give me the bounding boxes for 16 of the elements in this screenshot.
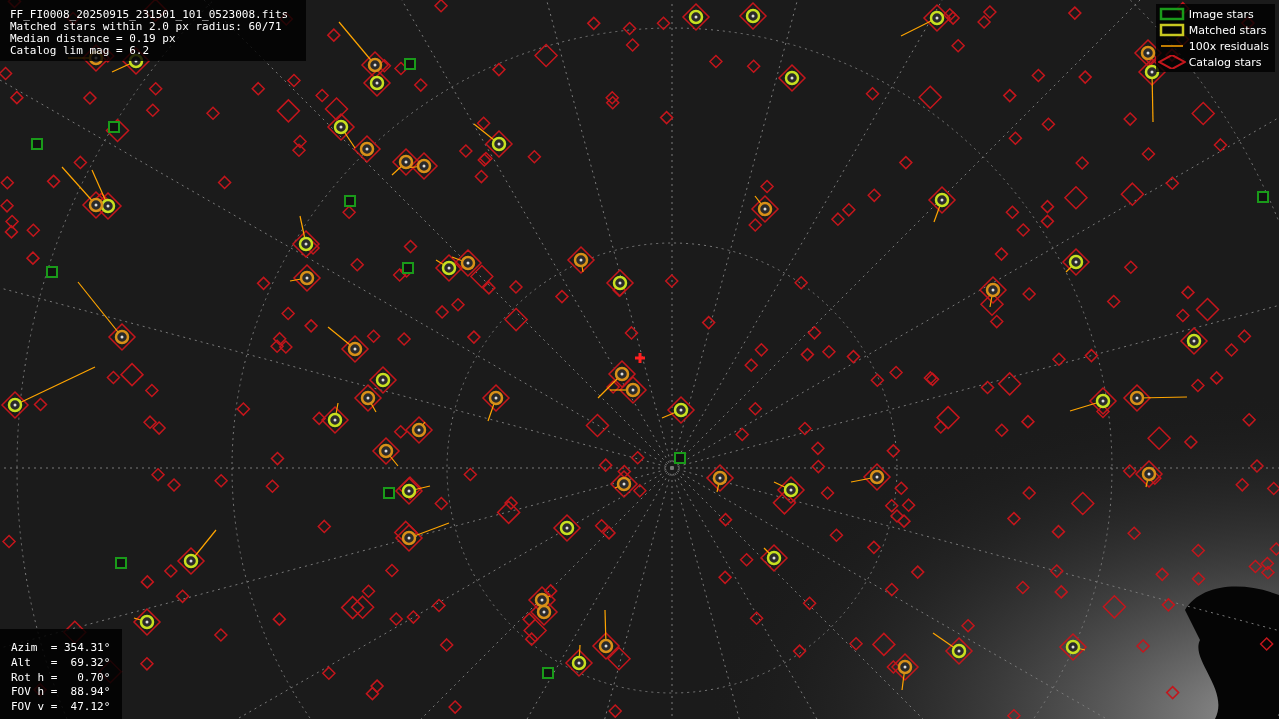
legend-label: Matched stars	[1188, 23, 1267, 37]
pointing-text: FOV v = 47.12°	[11, 700, 112, 713]
legend-label: 100x residuals	[1188, 39, 1269, 53]
info-text: Matched stars within 2.0 px radius: 60/71	[10, 21, 282, 33]
matched-marker-icon	[1157, 23, 1186, 37]
pointing-text: Azim = 354.31°	[11, 641, 112, 654]
pointing-text: FOV h = 88.94°	[11, 685, 112, 699]
legend-label: Catalog stars	[1188, 55, 1262, 69]
catalog-marker-icon	[1157, 55, 1186, 69]
info-text: Median distance = 0.19 px	[10, 33, 177, 45]
image-marker-icon	[1157, 7, 1186, 21]
info-text: FF_FI0008_20250915_231501_101_0523008.fits	[10, 9, 290, 21]
pointing-text: Rot h = 0.70°	[11, 670, 112, 684]
info-text: Catalog lim mag = 6.2	[10, 45, 151, 57]
pointing-text: Alt = 69.32°	[11, 655, 112, 669]
legend-label: Image stars	[1188, 7, 1254, 21]
